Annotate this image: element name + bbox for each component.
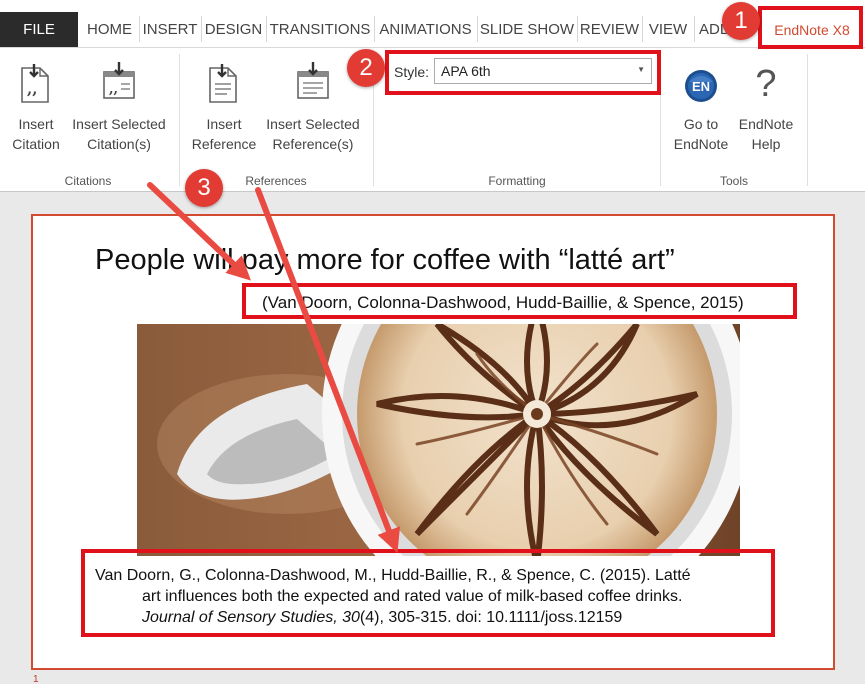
annotation-arrows [147,182,401,553]
arrow-to-reference [255,187,401,553]
step-badge-1: 1 [722,2,760,40]
step-badge-3: 3 [185,169,223,207]
step-badge-2: 2 [347,49,385,87]
